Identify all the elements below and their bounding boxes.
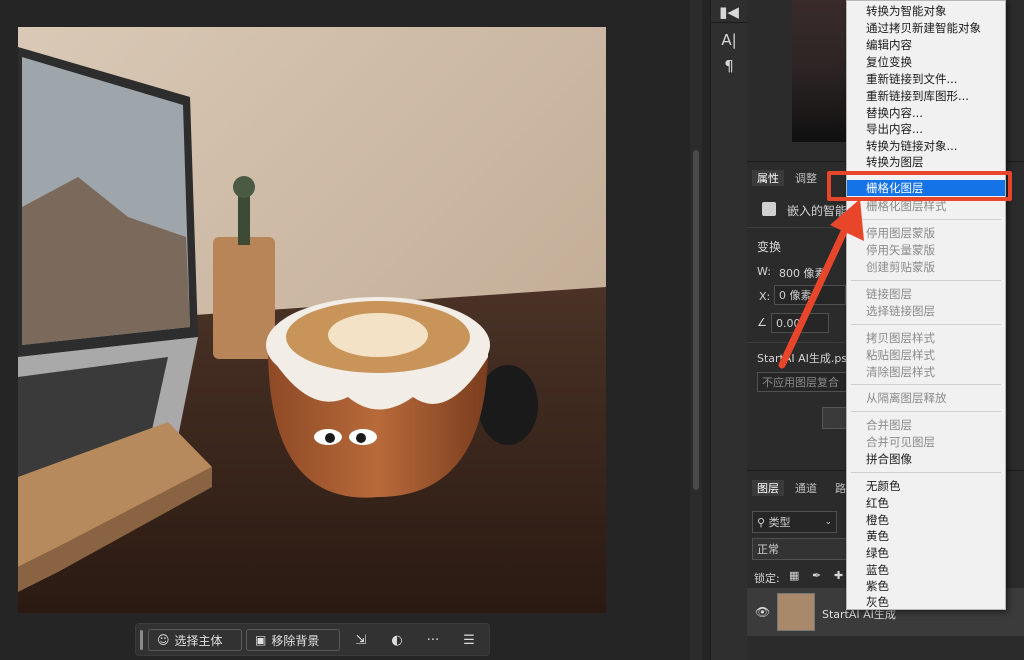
lock-paint-icon[interactable]: ✒: [812, 569, 821, 582]
blend-mode-select[interactable]: 正常: [752, 538, 852, 560]
menu-item[interactable]: 选择链接图层: [847, 303, 1005, 319]
lock-move-icon[interactable]: ✚: [834, 569, 843, 582]
menu-item[interactable]: 转换为智能对象: [847, 3, 1005, 19]
tab-adjustments[interactable]: 调整: [795, 170, 817, 186]
lock-label: 锁定:: [754, 572, 780, 585]
swatch-tool-icon[interactable]: ▮◀: [711, 0, 747, 24]
transform-icon[interactable]: ⇲: [351, 630, 371, 650]
menu-item[interactable]: 停用图层蒙版: [847, 225, 1005, 241]
paragraph-panel-icon[interactable]: ¶: [711, 54, 747, 78]
tab-paths[interactable]: 路: [835, 480, 846, 496]
scrollbar-thumb[interactable]: [693, 150, 699, 490]
annotation-arrow-icon: [778, 199, 864, 369]
select-subject-button[interactable]: ☺ 选择主体: [148, 629, 242, 651]
menu-item-color[interactable]: 无颜色: [847, 478, 1005, 494]
menu-item[interactable]: 复位变换: [847, 54, 1005, 70]
menu-item[interactable]: 从隔离图层释放: [847, 390, 1005, 406]
menu-item-color[interactable]: 绿色: [847, 545, 1005, 561]
lock-transparent-icon[interactable]: ▦: [789, 569, 799, 582]
remove-background-label: 移除背景: [271, 633, 320, 648]
menu-item[interactable]: 拼合图像: [847, 451, 1005, 467]
person-icon: ☺: [157, 633, 170, 647]
layer-context-menu: 转换为智能对象 通过拷贝新建智能对象 编辑内容 复位变换 重新链接到文件... …: [846, 0, 1006, 610]
more-options-button[interactable]: ···: [423, 630, 443, 650]
menu-item-color[interactable]: 紫色: [847, 578, 1005, 594]
menu-item[interactable]: 停用矢量蒙版: [847, 242, 1005, 258]
layer-thumbnail: [777, 593, 815, 631]
menu-item[interactable]: 合并可见图层: [847, 434, 1005, 450]
menu-item-color[interactable]: 红色: [847, 495, 1005, 511]
tab-channels[interactable]: 通道: [795, 480, 817, 496]
menu-item-color[interactable]: 蓝色: [847, 562, 1005, 578]
filter-kind-label: 类型: [768, 516, 791, 529]
menu-item[interactable]: 导出内容...: [847, 121, 1005, 137]
menu-item-color[interactable]: 黄色: [847, 528, 1005, 544]
menu-item[interactable]: 链接图层: [847, 286, 1005, 302]
remove-background-button[interactable]: ▣ 移除背景: [246, 629, 340, 651]
tab-properties[interactable]: 属性: [752, 170, 784, 186]
settings-sliders-icon[interactable]: ☰: [459, 630, 479, 650]
panel-tool-column: ▮◀ A| ¶: [710, 0, 748, 660]
menu-item[interactable]: 清除图层样式: [847, 364, 1005, 380]
menu-item[interactable]: 编辑内容: [847, 37, 1005, 53]
menu-item[interactable]: 转换为图层: [847, 154, 1005, 170]
menu-item-color[interactable]: 灰色: [847, 594, 1005, 610]
menu-item[interactable]: 重新链接到库图形...: [847, 88, 1005, 104]
menu-item[interactable]: 重新链接到文件...: [847, 71, 1005, 87]
layer-comp-select[interactable]: 不应用图层复合: [757, 372, 847, 392]
menu-item[interactable]: 替换内容...: [847, 105, 1005, 121]
chevron-down-icon: ⌄: [824, 517, 832, 527]
tab-layers[interactable]: 图层: [752, 480, 784, 496]
image-icon: ▣: [255, 633, 267, 647]
visibility-eye-icon[interactable]: 👁: [755, 605, 770, 619]
menu-item[interactable]: 创建剪贴蒙版: [847, 259, 1005, 275]
menu-item[interactable]: 合并图层: [847, 417, 1005, 433]
contextual-taskbar: ☺ 选择主体 ▣ 移除背景 ⇲ ◐ ··· ☰: [135, 623, 490, 656]
canvas-vertical-scrollbar[interactable]: [690, 0, 702, 660]
character-panel-icon[interactable]: A|: [711, 28, 747, 52]
menu-item[interactable]: 通过拷贝新建智能对象: [847, 20, 1005, 36]
menu-item[interactable]: 粘贴图层样式: [847, 347, 1005, 363]
search-icon: ⚲: [757, 515, 769, 529]
layer-filter-select[interactable]: ⚲ 类型 ⌄: [752, 511, 837, 533]
menu-item[interactable]: 拷贝图层样式: [847, 330, 1005, 346]
canvas-image[interactable]: [18, 27, 606, 613]
adjustment-icon[interactable]: ◐: [387, 630, 407, 650]
apply-button[interactable]: [822, 407, 848, 429]
menu-item[interactable]: 转换为链接对象...: [847, 138, 1005, 154]
drag-handle[interactable]: [140, 630, 143, 650]
select-subject-label: 选择主体: [174, 633, 223, 648]
menu-item-color[interactable]: 橙色: [847, 512, 1005, 528]
color-picker-field[interactable]: [792, 0, 852, 142]
